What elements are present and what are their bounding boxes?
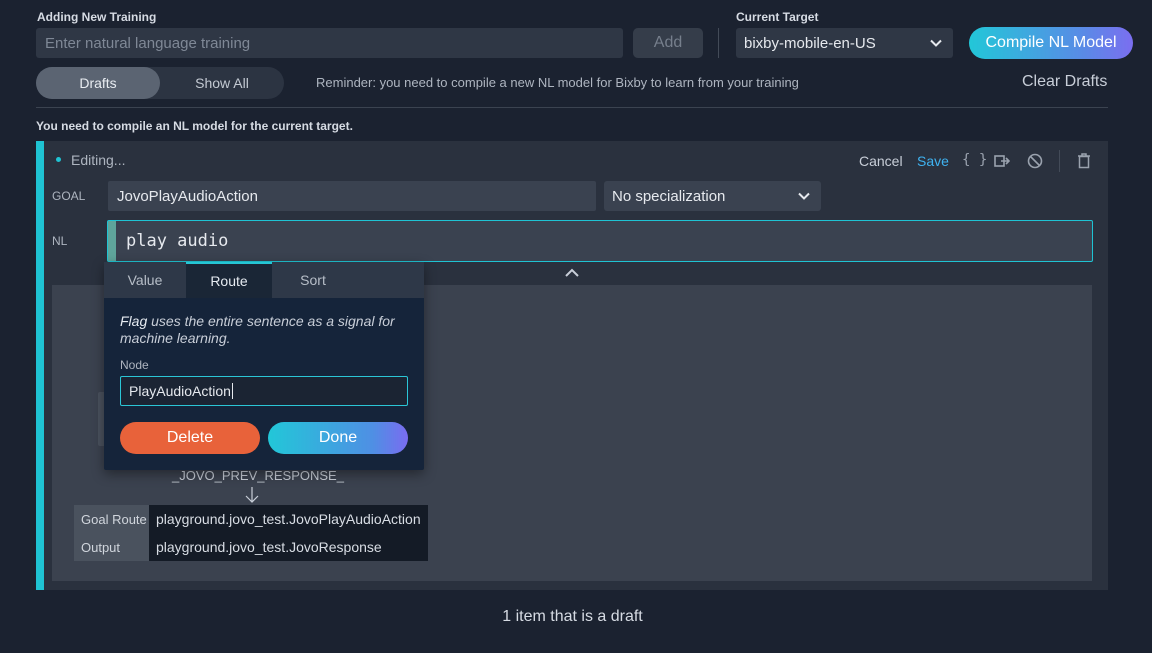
trash-icon[interactable] [1075,152,1093,170]
flag-term: Flag [120,313,148,329]
nl-utterance-field[interactable]: play audio [107,220,1093,262]
chevron-down-icon [930,39,942,47]
goal-input[interactable]: JovoPlayAudioAction [108,181,596,211]
arrow-down-icon [243,486,261,504]
table-value: playground.jovo_test.JovoResponse [149,533,428,561]
draft-count: 1 item that is a draft [502,608,643,625]
reminder-text: Reminder: you need to compile a new NL m… [316,75,799,90]
card-accent-bar [36,141,44,590]
editing-status: Editing... [71,152,126,168]
target-select-value: bixby-mobile-en-US [744,34,876,52]
status-dot [56,157,61,162]
nl-label: NL [52,234,68,248]
current-target-label: Current Target [736,10,819,24]
clear-drafts-button[interactable]: Clear Drafts [1022,73,1107,91]
node-label: Node [120,358,149,372]
table-value: playground.jovo_test.JovoPlayAudioAction [149,505,428,533]
node-input[interactable]: PlayAudioAction [120,376,408,406]
prev-response-node: _JOVO_PREV_RESPONSE_ [172,468,344,483]
divider [36,107,1108,108]
chevron-up-icon[interactable] [563,266,581,280]
goal-label: GOAL [52,189,86,203]
done-button[interactable]: Done [268,422,408,454]
node-input-value: PlayAudioAction [129,383,231,399]
chevron-down-icon [798,192,810,200]
target-select[interactable]: bixby-mobile-en-US [736,28,953,58]
tab-sort[interactable]: Sort [272,262,354,298]
divider [1059,150,1060,172]
route-description: Flag uses the entire sentence as a signa… [120,313,412,347]
route-table: Goal Route playground.jovo_test.JovoPlay… [74,505,428,561]
compile-nl-model-button[interactable]: Compile NL Model [969,27,1133,59]
cancel-button[interactable]: Cancel [859,153,903,169]
nl-utterance-text: play audio [126,231,229,251]
popover-tabbar: Value Route Sort [104,262,424,298]
text-cursor [231,383,233,399]
annotation-popover: Value Route Sort Flag uses the entire se… [104,262,424,470]
specialization-value: No specialization [612,187,726,205]
tab-value[interactable]: Value [104,262,186,298]
route-description-text: uses the entire sentence as a signal for… [120,313,395,346]
tab-route[interactable]: Route [186,262,272,298]
export-icon[interactable] [993,152,1011,170]
adding-training-label: Adding New Training [37,10,157,24]
table-key: Output [74,533,149,561]
drafts-toggle[interactable]: Drafts Show All [36,67,284,99]
nl-training-input[interactable]: Enter natural language training [36,28,623,58]
annotation-highlight [108,221,116,261]
delete-button[interactable]: Delete [120,422,260,454]
save-button[interactable]: Save [917,153,949,169]
specialization-select[interactable]: No specialization [604,181,821,211]
divider [718,28,719,58]
show-all-option[interactable]: Show All [160,67,284,99]
table-key: Goal Route [74,505,149,533]
drafts-option[interactable]: Drafts [36,67,160,99]
disable-icon[interactable] [1026,152,1044,170]
json-view-button[interactable]: { } [962,152,987,168]
compile-warning: You need to compile an NL model for the … [36,119,353,133]
add-button[interactable]: Add [633,28,703,58]
